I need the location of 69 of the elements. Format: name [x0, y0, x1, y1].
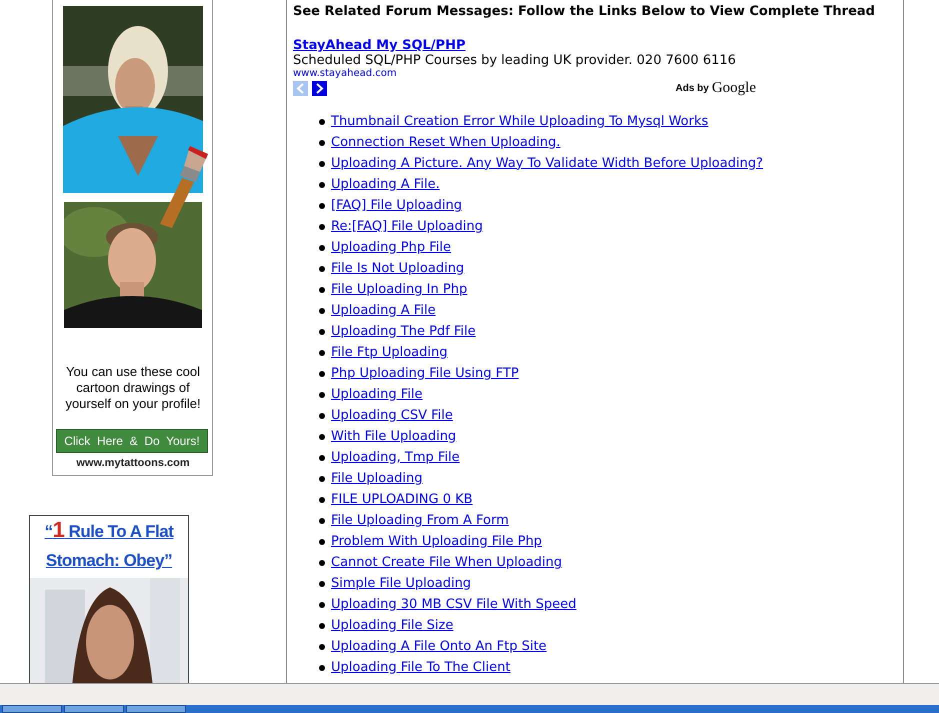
bullet-icon — [319, 602, 325, 608]
bullet-icon — [319, 202, 325, 208]
bullet-icon — [319, 328, 325, 334]
thread-link[interactable]: Uploading File Size — [331, 616, 454, 636]
thread-link[interactable]: Uploading The Pdf File — [331, 322, 476, 342]
thread-link[interactable]: Thumbnail Creation Error While Uploading To Mysql Works — [331, 112, 708, 132]
thread-link[interactable]: Uploading CSV File — [331, 406, 453, 426]
ad-headline[interactable]: “1 Rule To A Flat Stomach: Obey” — [30, 516, 188, 575]
next-button[interactable] — [312, 81, 327, 96]
thread-link[interactable]: Uploading 30 MB CSV File With Speed — [331, 594, 576, 614]
thread-link[interactable]: Uploading A File. — [331, 174, 440, 194]
bullet-icon — [319, 286, 325, 292]
bullet-icon — [319, 350, 325, 356]
bullet-icon — [319, 182, 325, 188]
thread-link[interactable]: Re:[FAQ] File Uploading — [331, 216, 483, 236]
click-here-button[interactable]: Click Here & Do Yours! — [56, 429, 208, 453]
thread-link[interactable]: File Uploading From A Form — [331, 510, 509, 530]
bullet-icon — [319, 518, 325, 524]
thread-link[interactable]: [FAQ] File Uploading — [331, 196, 462, 216]
bullet-icon — [319, 496, 325, 502]
thread-link[interactable]: Uploading Php File — [331, 238, 452, 258]
bullet-icon — [319, 266, 325, 272]
thread-link[interactable]: Simple File Uploading — [331, 574, 472, 594]
bullet-icon — [319, 224, 325, 230]
bullet-icon — [319, 538, 325, 544]
bullet-icon — [319, 412, 325, 418]
thread-link[interactable]: File Uploading — [331, 468, 423, 488]
bullet-icon — [319, 160, 325, 166]
bullet-icon — [319, 644, 325, 650]
bullet-icon — [319, 664, 325, 670]
section-heading: See Related Forum Messages: Follow the Links Below to View Complete Thread — [293, 3, 876, 20]
bullet-icon — [319, 308, 325, 314]
thread-link[interactable]: Problem With Uploading File Php — [331, 532, 542, 552]
ad-description: Scheduled SQL/PHP Courses by leading UK provider. 020 7600 6116 — [293, 53, 737, 68]
thread-link[interactable]: File Ftp Uploading — [331, 342, 448, 362]
taskbar-button[interactable] — [64, 705, 124, 713]
google-label: Google — [712, 81, 756, 96]
thread-link[interactable]: FILE UPLOADING 0 KB — [331, 490, 473, 510]
thread-link[interactable]: Uploading A File — [331, 300, 436, 320]
ad-caption: You can use these cool cartoon drawings of yourself on your profile! — [64, 364, 202, 412]
thread-link[interactable]: File Is Not Uploading — [331, 258, 464, 278]
thread-link[interactable]: Uploading File To The Client — [331, 658, 510, 678]
taskbar-button[interactable] — [126, 705, 186, 713]
bullet-icon — [319, 622, 325, 628]
bullet-icon — [319, 580, 325, 586]
ads-by-label: Ads by — [675, 82, 709, 96]
bullet-icon — [319, 476, 325, 482]
bullet-icon — [319, 434, 325, 440]
thread-link[interactable]: Uploading A Picture. Any Way To Validate Width Before Uploading? — [331, 154, 763, 174]
bullet-icon — [319, 454, 325, 460]
taskbar-button[interactable] — [2, 705, 62, 713]
bullet-icon — [319, 244, 325, 250]
ad-url-link[interactable]: www.stayahead.com — [293, 68, 397, 80]
bullet-icon — [319, 392, 325, 398]
bullet-icon — [319, 370, 325, 376]
bullet-icon — [319, 140, 325, 146]
bullet-icon — [319, 560, 325, 566]
ad-site-link[interactable]: www.mytattoons.com — [53, 455, 213, 472]
paintbrush-icon — [160, 146, 208, 228]
bullet-icon — [319, 118, 325, 124]
thread-link[interactable]: Php Uploading File Using FTP — [331, 364, 519, 384]
thread-link[interactable]: File Uploading In Php — [331, 280, 468, 300]
thread-link[interactable]: Uploading A File Onto An Ftp Site — [331, 636, 547, 656]
ad-title-link[interactable]: StayAhead My SQL/PHP — [293, 38, 466, 53]
thread-link[interactable]: Cannot Create File When Uploading — [331, 552, 562, 572]
thread-link[interactable]: Uploading File — [331, 384, 423, 404]
thread-link[interactable]: With File Uploading — [331, 426, 456, 446]
thread-link[interactable]: Uploading, Tmp File — [331, 448, 460, 468]
thread-link[interactable]: Connection Reset When Uploading. — [331, 132, 560, 152]
